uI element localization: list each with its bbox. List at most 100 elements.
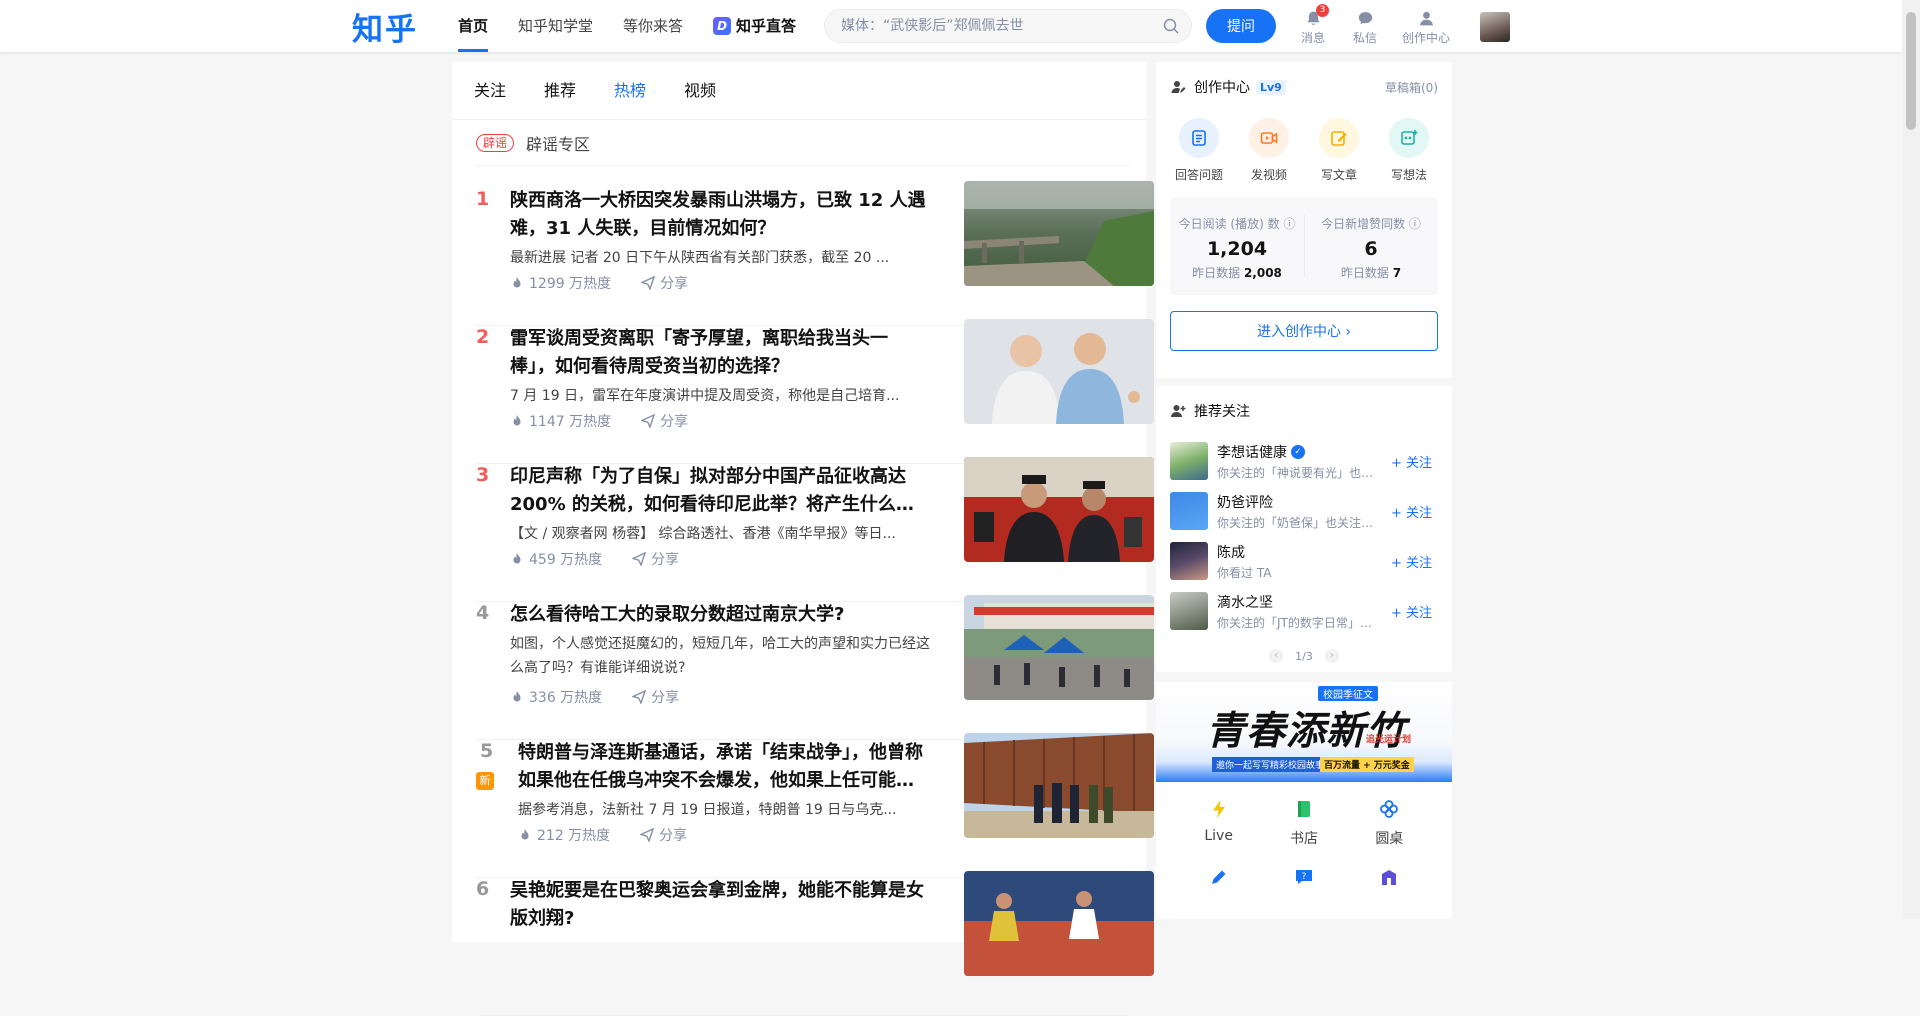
tab-video[interactable]: 视频: [684, 62, 716, 119]
follow-button[interactable]: + 关注: [1385, 501, 1438, 522]
scrollbar-thumb[interactable]: [1906, 12, 1916, 130]
hot-list-item[interactable]: 1 陕西商洛一大桥因突发暴雨山洪塌方，已致 12 人遇难，31 人失联，目前情况…: [476, 181, 1154, 326]
nav-zhida[interactable]: D 知乎直答: [713, 0, 796, 52]
share-button[interactable]: 分享: [641, 411, 688, 431]
hot-list-item[interactable]: 3 印尼声称「为了自保」拟对部分中国产品征收高达 200% 的关税，如何看待印尼…: [476, 457, 1154, 602]
creator-center-button[interactable]: 创作中心: [1402, 10, 1450, 46]
user-name[interactable]: 李想话健康 ✓: [1217, 442, 1377, 462]
roundtable-shortcut[interactable]: 圆桌: [1354, 798, 1424, 848]
tab-recommend[interactable]: 推荐: [544, 62, 576, 119]
answer-icon-wrap: [1179, 118, 1219, 158]
item-excerpt[interactable]: 据参考消息，法新社 7 月 19 日报道，特朗普 19 日与乌克...: [518, 798, 930, 822]
nav-home[interactable]: 首页: [458, 0, 489, 52]
share-button[interactable]: 分享: [632, 687, 679, 707]
item-title[interactable]: 陕西商洛一大桥因突发暴雨山洪塌方，已致 12 人遇难，31 人失联，目前情况如何…: [510, 187, 930, 243]
hot-list-item[interactable]: 6 吴艳妮要是在巴黎奥运会拿到金牌，她能不能算是女版刘翔?: [476, 871, 1154, 1016]
write-shortcut[interactable]: [1184, 866, 1254, 888]
avatar[interactable]: [1170, 442, 1208, 480]
prev-page-button[interactable]: ‹: [1269, 649, 1284, 663]
item-title[interactable]: 怎么看待哈工大的录取分数超过南京大学?: [510, 601, 930, 629]
follow-button[interactable]: + 关注: [1385, 601, 1438, 622]
user-desc: 你关注的「神说要有光」也关注了 TA: [1217, 465, 1377, 480]
campus-promo-banner[interactable]: 校园季征文 青春添新竹 追光运计划 邀你一起写写精彩校园故事 百万流量 + 万元…: [1156, 682, 1452, 782]
upvotes-stat[interactable]: 今日新增赞同数 ⓘ 6 昨日数据 7: [1304, 197, 1438, 295]
user-avatar[interactable]: [1480, 12, 1510, 42]
hot-list-item[interactable]: 2 雷军谈周受资离职「寄予厚望，离职给我当头一棒」，如何看待周受资当初的选择？ …: [476, 319, 1154, 464]
follow-button[interactable]: + 关注: [1385, 451, 1438, 472]
recommended-user[interactable]: 奶爸评险 你关注的「奶爸保」也关注了 TA + 关注: [1156, 486, 1452, 536]
answer-question-button[interactable]: 回答问题: [1167, 118, 1231, 183]
recommend-pager: ‹ 1/3 ›: [1156, 636, 1452, 676]
share-button[interactable]: 分享: [641, 273, 688, 293]
hot-list-item[interactable]: 4 怎么看待哈工大的录取分数超过南京大学? 如图，个人感觉还挺魔幻的，短短几年，…: [476, 595, 1154, 740]
enter-creator-center-button[interactable]: 进入创作中心 ›: [1170, 311, 1438, 351]
header-actions: 3 消息 私信 创作中心: [1298, 4, 1450, 46]
recommended-user[interactable]: 陈成 你看过 TA + 关注: [1156, 536, 1452, 586]
avatar[interactable]: [1170, 542, 1208, 580]
item-title[interactable]: 特朗普与泽连斯基通话，承诺「结束战争」，他曾称如果他在任俄乌冲突不会爆发，他如果…: [518, 739, 930, 795]
nav-waiting-answer[interactable]: 等你来答: [623, 0, 683, 52]
heat-count: 1147 万热度: [510, 411, 611, 431]
item-thumbnail[interactable]: [964, 871, 1154, 976]
item-excerpt[interactable]: 7 月 19 日，雷军在年度演讲中提及周受资，称他是自己培育...: [510, 384, 930, 408]
hot-list-item[interactable]: 5 新 特朗普与泽连斯基通话，承诺「结束战争」，他曾称如果他在任俄乌冲突不会爆发…: [476, 733, 1154, 878]
rank-number: 5: [480, 740, 494, 762]
main-nav: 首页 知乎知学堂 等你来答 D 知乎直答: [458, 0, 826, 52]
user-name[interactable]: 奶爸评险: [1217, 492, 1377, 512]
heat-count: 336 万热度: [510, 687, 602, 707]
user-desc: 你看过 TA: [1217, 565, 1272, 580]
item-thumbnail[interactable]: [964, 733, 1154, 838]
drafts-link[interactable]: 草稿箱(0): [1385, 79, 1438, 96]
follow-button[interactable]: + 关注: [1385, 551, 1438, 572]
bookstore-shortcut[interactable]: 书店: [1269, 798, 1339, 848]
post-video-label: 发视频: [1250, 168, 1287, 182]
write-article-button[interactable]: 写文章: [1307, 118, 1371, 183]
private-messages-button[interactable]: 私信: [1350, 10, 1380, 46]
reads-stat[interactable]: 今日阅读 (播放) 数 ⓘ 1,204 昨日数据 2,008: [1170, 197, 1304, 295]
zhida-logo-icon: D: [713, 17, 732, 35]
consult-shortcut[interactable]: ?: [1269, 866, 1339, 888]
avatar[interactable]: [1170, 492, 1208, 530]
share-button[interactable]: 分享: [632, 549, 679, 569]
item-thumbnail[interactable]: [964, 457, 1154, 562]
item-thumbnail[interactable]: [964, 595, 1154, 700]
item-excerpt[interactable]: 【文 / 观察者网 杨蓉】 综合路透社、香港《南华早报》等日...: [510, 522, 930, 546]
user-icon: [1419, 11, 1433, 26]
idea-icon-wrap: [1389, 118, 1429, 158]
post-video-button[interactable]: 发视频: [1237, 118, 1301, 183]
search-icon[interactable]: [1163, 18, 1179, 34]
tab-follow[interactable]: 关注: [474, 62, 506, 119]
search-input[interactable]: [825, 10, 1145, 42]
share-button[interactable]: 分享: [640, 825, 687, 845]
write-idea-button[interactable]: 写想法: [1377, 118, 1441, 183]
next-page-button[interactable]: ›: [1324, 649, 1339, 663]
live-shortcut[interactable]: Live: [1184, 798, 1254, 848]
rumor-section-link[interactable]: 辟谣 辟谣专区: [476, 120, 1130, 166]
banner-reward: 百万流量 + 万元奖金: [1320, 757, 1414, 772]
avatar[interactable]: [1170, 592, 1208, 630]
heat-count: 212 万热度: [518, 825, 610, 845]
user-name[interactable]: 滴水之坚: [1217, 592, 1377, 612]
item-thumbnail[interactable]: [964, 181, 1154, 286]
zhihu-logo[interactable]: 知乎: [352, 4, 418, 49]
user-name[interactable]: 陈成: [1217, 542, 1377, 562]
item-title[interactable]: 雷军谈周受资离职「寄予厚望，离职给我当头一棒」，如何看待周受资当初的选择？: [510, 325, 930, 381]
university-shortcut[interactable]: [1354, 866, 1424, 888]
tab-hot[interactable]: 热榜: [614, 62, 646, 119]
item-title[interactable]: 印尼声称「为了自保」拟对部分中国产品征收高达 200% 的关税，如何看待印尼此举…: [510, 463, 930, 519]
promo-card: 校园季征文 青春添新竹 追光运计划 邀你一起写写精彩校园故事 百万流量 + 万元…: [1156, 682, 1452, 919]
item-title[interactable]: 吴艳妮要是在巴黎奥运会拿到金牌，她能不能算是女版刘翔?: [510, 877, 930, 933]
bookstore-label: 书店: [1289, 831, 1318, 847]
item-excerpt[interactable]: 如图，个人感觉还挺魔幻的，短短几年，哈工大的声望和实力已经这么高了吗？有谁能详细…: [510, 632, 930, 680]
page-scrollbar[interactable]: [1902, 0, 1920, 919]
ask-question-button[interactable]: 提问: [1206, 9, 1276, 43]
recommended-user[interactable]: 李想话健康✓ 你关注的「神说要有光」也关注了 TA + 关注: [1156, 436, 1452, 486]
user-desc: 你关注的「JT的数字日常」也关注了 TA: [1217, 615, 1377, 630]
nav-zhixuetang[interactable]: 知乎知学堂: [518, 0, 593, 52]
fire-icon: [513, 691, 521, 702]
recommended-user[interactable]: 滴水之坚 你关注的「JT的数字日常」也关注了 TA + 关注: [1156, 586, 1452, 636]
app-shortcuts: Live 书店 圆桌: [1156, 782, 1452, 848]
messages-button[interactable]: 3 消息: [1298, 4, 1329, 46]
item-excerpt[interactable]: 最新进展 记者 20 日下午从陕西省有关部门获悉，截至 20 ...: [510, 246, 930, 270]
item-thumbnail[interactable]: [964, 319, 1154, 424]
